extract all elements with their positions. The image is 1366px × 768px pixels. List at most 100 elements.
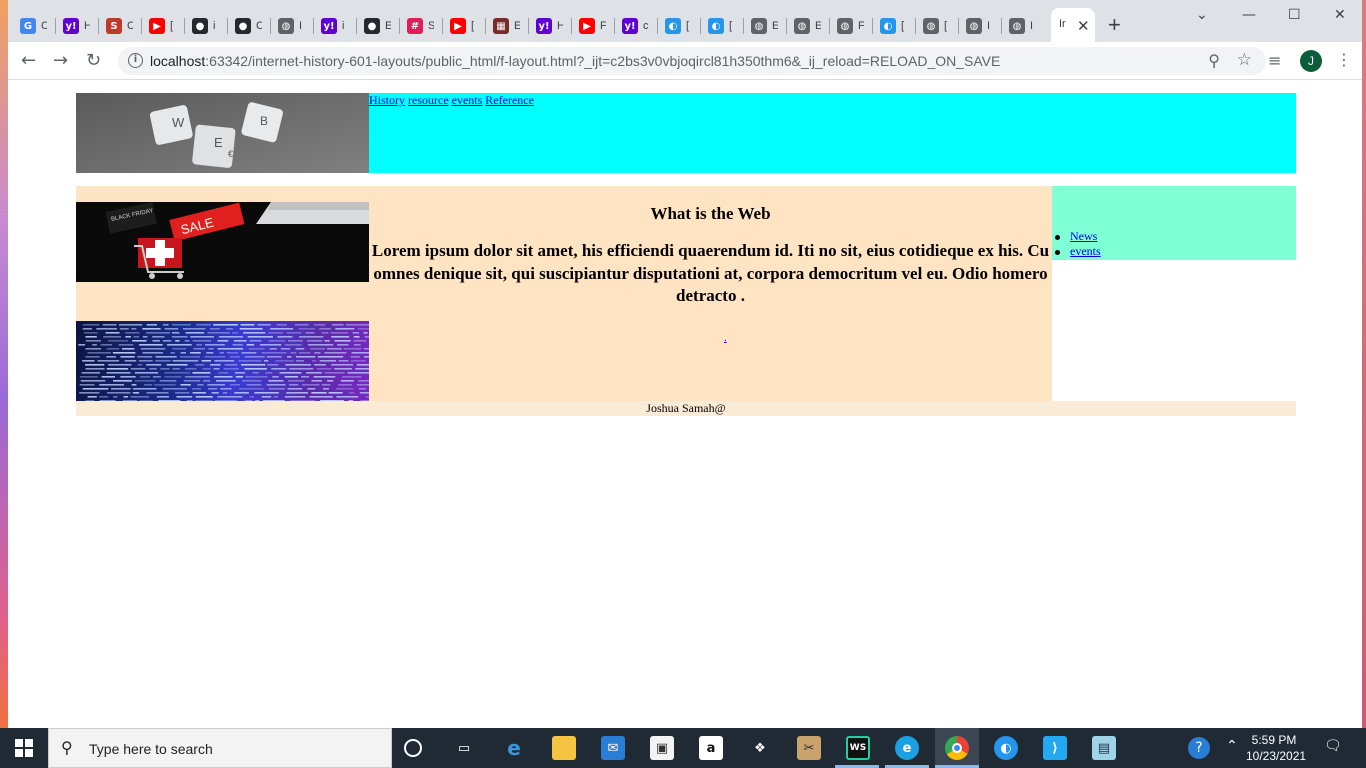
maximize-button[interactable]: ☐ <box>1288 4 1301 26</box>
code-line <box>85 364 105 366</box>
tab-search-icon[interactable]: ⌄ <box>1196 4 1208 26</box>
code-line <box>331 336 350 338</box>
browser-tab[interactable]: y! c <box>622 12 649 40</box>
code-line <box>113 396 118 398</box>
code-line <box>124 360 137 362</box>
browser-tab[interactable]: SC <box>106 12 133 40</box>
vscode-icon[interactable]: ⟩ <box>1043 736 1067 760</box>
code-line <box>139 376 151 378</box>
zoom-icon[interactable]: ⚲ <box>1208 51 1220 70</box>
edge-legacy-icon[interactable]: e <box>502 736 526 760</box>
edge-icon[interactable]: e <box>895 736 919 760</box>
docker-icon[interactable]: ◐ <box>994 736 1018 760</box>
amazon-icon[interactable]: a <box>699 736 723 760</box>
tab-title: c <box>643 20 649 32</box>
show-hidden-icons[interactable]: ⌃ <box>1226 738 1238 754</box>
code-line <box>229 356 240 358</box>
code-line <box>289 368 314 370</box>
browser-tab[interactable]: GC <box>20 12 47 40</box>
browser-tab[interactable]: ▦ E <box>493 12 520 40</box>
code-line <box>239 388 265 390</box>
task-view-icon[interactable]: ▭ <box>452 736 476 760</box>
active-tab[interactable]: Ir ✕ <box>1051 8 1095 42</box>
browser-tab[interactable]: ◍ I <box>966 12 993 40</box>
snipping-tool-icon[interactable]: ✂ <box>797 736 821 760</box>
new-tab-button[interactable]: + <box>1108 13 1121 37</box>
nav-link-events[interactable]: events <box>452 93 483 107</box>
menu-icon[interactable]: ⋮ <box>1336 50 1352 69</box>
reading-list-icon[interactable]: ≡ <box>1268 51 1281 70</box>
code-line <box>139 344 163 346</box>
close-window-button[interactable]: ✕ <box>1334 4 1346 26</box>
browser-tab[interactable]: y! H <box>536 12 563 40</box>
browser-tab[interactable]: ◐[ <box>880 12 907 40</box>
nav-link-reference[interactable]: Reference <box>485 93 534 107</box>
browser-tab[interactable]: ◐[ <box>708 12 735 40</box>
mail-icon[interactable]: ✉ <box>601 736 625 760</box>
code-line <box>279 372 302 374</box>
docker-icon: ◐ <box>708 18 724 34</box>
store-icon[interactable]: ▣ <box>650 736 674 760</box>
browser-tab[interactable]: ◍ F <box>837 12 864 40</box>
browser-tab[interactable]: ◍ I <box>278 12 305 40</box>
code-line <box>144 384 153 386</box>
code-line <box>314 352 321 354</box>
minimize-button[interactable]: — <box>1242 4 1256 26</box>
code-line <box>335 388 354 390</box>
browser-tab[interactable]: ● E <box>364 12 391 40</box>
code-line <box>359 392 369 394</box>
forward-button[interactable]: → <box>53 50 68 72</box>
bookmark-star-icon[interactable]: ☆ <box>1237 50 1252 70</box>
chrome-icon[interactable] <box>945 736 969 760</box>
code-line <box>263 360 269 362</box>
system-clock[interactable]: 5:59 PM 10/23/2021 <box>1246 732 1306 764</box>
slack-icon: # <box>407 18 423 34</box>
cortana-icon[interactable] <box>404 739 422 757</box>
start-button[interactable] <box>0 728 48 768</box>
code-line <box>82 388 109 390</box>
browser-tab[interactable]: y! H <box>63 12 90 40</box>
profile-avatar[interactable]: J <box>1300 50 1322 72</box>
code-line <box>193 348 205 350</box>
code-line <box>261 396 272 398</box>
dropbox-icon[interactable]: ❖ <box>748 736 772 760</box>
tile-w: W <box>172 115 185 130</box>
browser-tab[interactable]: ▶ F <box>579 12 606 40</box>
browser-tab[interactable]: ◐[ <box>665 12 692 40</box>
browser-tab[interactable]: y! i <box>321 12 348 40</box>
browser-tab[interactable]: ◍ E <box>751 12 778 40</box>
help-icon[interactable]: ? <box>1188 737 1210 759</box>
browser-tab[interactable]: ▶[ <box>149 12 176 40</box>
code-line <box>261 352 287 354</box>
taskbar-search[interactable]: ⚲ Type here to search <box>48 728 392 768</box>
address-bar[interactable]: i localhost:63342/internet-history-601-l… <box>118 47 1266 75</box>
webstorm-icon[interactable]: WS <box>846 736 870 760</box>
close-tab-icon[interactable]: ✕ <box>1077 17 1090 35</box>
active-tab-title: Ir <box>1059 18 1066 30</box>
browser-tab[interactable]: ◍[ <box>923 12 950 40</box>
youtube-icon: ▶ <box>149 18 165 34</box>
nav-link-resource[interactable]: resource <box>408 93 449 107</box>
url-text[interactable]: localhost:63342/internet-history-601-lay… <box>150 53 1000 69</box>
browser-tab[interactable]: # S <box>407 12 434 40</box>
browser-tab[interactable]: ◍ I <box>1009 12 1036 40</box>
file-explorer-icon[interactable] <box>552 736 576 760</box>
code-line <box>137 356 153 358</box>
notifications-icon[interactable]: 🗨 <box>1324 738 1342 754</box>
site-info-icon[interactable]: i <box>128 53 143 68</box>
code-line <box>195 396 213 398</box>
notepad-icon[interactable]: ▤ <box>1092 736 1116 760</box>
reload-button[interactable]: ↻ <box>86 50 101 72</box>
code-line <box>120 356 135 358</box>
back-button[interactable]: ← <box>21 50 36 72</box>
browser-tab[interactable]: ▶[ <box>450 12 477 40</box>
sidebar-link-news[interactable]: News <box>1070 229 1097 243</box>
sidebar-link-events[interactable]: events <box>1070 244 1101 258</box>
tab-separator <box>614 18 615 34</box>
browser-tab[interactable]: ◍ E <box>794 12 821 40</box>
dot-link[interactable]: . <box>724 332 727 344</box>
browser-tab[interactable]: ● C <box>235 12 262 40</box>
browser-tab[interactable]: ● i <box>192 12 219 40</box>
code-line <box>166 344 192 346</box>
nav-link-history[interactable]: History <box>369 93 405 107</box>
